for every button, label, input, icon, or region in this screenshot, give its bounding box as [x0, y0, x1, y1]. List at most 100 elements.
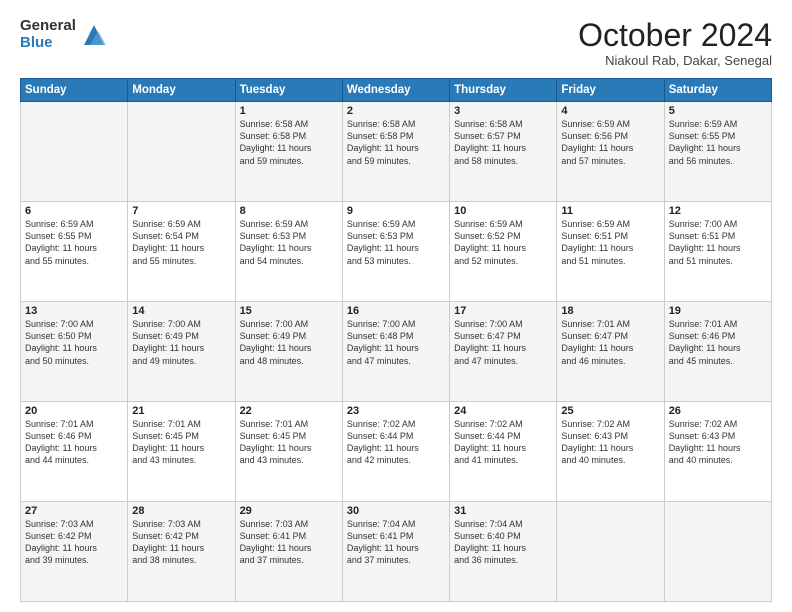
subtitle: Niakoul Rab, Dakar, Senegal	[578, 53, 772, 68]
table-row: 25Sunrise: 7:02 AMSunset: 6:43 PMDayligh…	[557, 402, 664, 502]
table-row: 28Sunrise: 7:03 AMSunset: 6:42 PMDayligh…	[128, 502, 235, 602]
table-row: 12Sunrise: 7:00 AMSunset: 6:51 PMDayligh…	[664, 202, 771, 302]
table-row: 18Sunrise: 7:01 AMSunset: 6:47 PMDayligh…	[557, 302, 664, 402]
day-info: Sunrise: 7:01 AMSunset: 6:45 PMDaylight:…	[132, 418, 230, 467]
table-row: 24Sunrise: 7:02 AMSunset: 6:44 PMDayligh…	[450, 402, 557, 502]
title-block: October 2024 Niakoul Rab, Dakar, Senegal	[578, 18, 772, 68]
day-number: 16	[347, 305, 445, 317]
calendar-week-row: 27Sunrise: 7:03 AMSunset: 6:42 PMDayligh…	[21, 502, 772, 602]
month-title: October 2024	[578, 18, 772, 53]
table-row: 8Sunrise: 6:59 AMSunset: 6:53 PMDaylight…	[235, 202, 342, 302]
day-info: Sunrise: 7:01 AMSunset: 6:47 PMDaylight:…	[561, 318, 659, 367]
calendar-header-row: Sunday Monday Tuesday Wednesday Thursday…	[21, 79, 772, 102]
day-number: 13	[25, 305, 123, 317]
day-number: 23	[347, 405, 445, 417]
day-number: 9	[347, 205, 445, 217]
day-number: 10	[454, 205, 552, 217]
day-number: 27	[25, 505, 123, 517]
day-number: 22	[240, 405, 338, 417]
day-number: 31	[454, 505, 552, 517]
col-wednesday: Wednesday	[342, 79, 449, 102]
table-row: 3Sunrise: 6:58 AMSunset: 6:57 PMDaylight…	[450, 102, 557, 202]
table-row	[557, 502, 664, 602]
day-number: 2	[347, 105, 445, 117]
header: General Blue October 2024 Niakoul Rab, D…	[20, 18, 772, 68]
day-info: Sunrise: 7:01 AMSunset: 6:46 PMDaylight:…	[669, 318, 767, 367]
calendar-week-row: 1Sunrise: 6:58 AMSunset: 6:58 PMDaylight…	[21, 102, 772, 202]
day-number: 4	[561, 105, 659, 117]
day-number: 19	[669, 305, 767, 317]
day-info: Sunrise: 7:04 AMSunset: 6:41 PMDaylight:…	[347, 518, 445, 567]
page: General Blue October 2024 Niakoul Rab, D…	[0, 0, 792, 612]
table-row	[664, 502, 771, 602]
table-row: 4Sunrise: 6:59 AMSunset: 6:56 PMDaylight…	[557, 102, 664, 202]
day-info: Sunrise: 6:59 AMSunset: 6:55 PMDaylight:…	[669, 118, 767, 167]
col-friday: Friday	[557, 79, 664, 102]
day-number: 26	[669, 405, 767, 417]
table-row: 17Sunrise: 7:00 AMSunset: 6:47 PMDayligh…	[450, 302, 557, 402]
day-number: 12	[669, 205, 767, 217]
day-info: Sunrise: 7:00 AMSunset: 6:49 PMDaylight:…	[132, 318, 230, 367]
day-number: 8	[240, 205, 338, 217]
calendar-week-row: 20Sunrise: 7:01 AMSunset: 6:46 PMDayligh…	[21, 402, 772, 502]
day-number: 28	[132, 505, 230, 517]
calendar-week-row: 13Sunrise: 7:00 AMSunset: 6:50 PMDayligh…	[21, 302, 772, 402]
day-info: Sunrise: 7:00 AMSunset: 6:51 PMDaylight:…	[669, 218, 767, 267]
table-row: 19Sunrise: 7:01 AMSunset: 6:46 PMDayligh…	[664, 302, 771, 402]
table-row: 2Sunrise: 6:58 AMSunset: 6:58 PMDaylight…	[342, 102, 449, 202]
day-number: 15	[240, 305, 338, 317]
table-row: 5Sunrise: 6:59 AMSunset: 6:55 PMDaylight…	[664, 102, 771, 202]
calendar-table: Sunday Monday Tuesday Wednesday Thursday…	[20, 78, 772, 602]
table-row: 27Sunrise: 7:03 AMSunset: 6:42 PMDayligh…	[21, 502, 128, 602]
day-info: Sunrise: 7:03 AMSunset: 6:42 PMDaylight:…	[132, 518, 230, 567]
table-row: 22Sunrise: 7:01 AMSunset: 6:45 PMDayligh…	[235, 402, 342, 502]
day-info: Sunrise: 6:59 AMSunset: 6:53 PMDaylight:…	[347, 218, 445, 267]
day-number: 3	[454, 105, 552, 117]
day-info: Sunrise: 6:58 AMSunset: 6:58 PMDaylight:…	[240, 118, 338, 167]
table-row	[128, 102, 235, 202]
day-info: Sunrise: 7:01 AMSunset: 6:46 PMDaylight:…	[25, 418, 123, 467]
col-monday: Monday	[128, 79, 235, 102]
day-info: Sunrise: 6:58 AMSunset: 6:58 PMDaylight:…	[347, 118, 445, 167]
day-info: Sunrise: 7:00 AMSunset: 6:49 PMDaylight:…	[240, 318, 338, 367]
day-number: 30	[347, 505, 445, 517]
day-info: Sunrise: 7:00 AMSunset: 6:48 PMDaylight:…	[347, 318, 445, 367]
day-number: 1	[240, 105, 338, 117]
table-row: 16Sunrise: 7:00 AMSunset: 6:48 PMDayligh…	[342, 302, 449, 402]
day-number: 29	[240, 505, 338, 517]
logo-general: General	[20, 18, 76, 35]
day-number: 21	[132, 405, 230, 417]
table-row: 29Sunrise: 7:03 AMSunset: 6:41 PMDayligh…	[235, 502, 342, 602]
table-row: 14Sunrise: 7:00 AMSunset: 6:49 PMDayligh…	[128, 302, 235, 402]
day-info: Sunrise: 7:04 AMSunset: 6:40 PMDaylight:…	[454, 518, 552, 567]
day-number: 20	[25, 405, 123, 417]
day-number: 17	[454, 305, 552, 317]
col-thursday: Thursday	[450, 79, 557, 102]
logo-text: General Blue	[20, 18, 76, 51]
table-row: 30Sunrise: 7:04 AMSunset: 6:41 PMDayligh…	[342, 502, 449, 602]
table-row: 15Sunrise: 7:00 AMSunset: 6:49 PMDayligh…	[235, 302, 342, 402]
day-info: Sunrise: 6:59 AMSunset: 6:51 PMDaylight:…	[561, 218, 659, 267]
day-info: Sunrise: 7:02 AMSunset: 6:44 PMDaylight:…	[454, 418, 552, 467]
table-row: 10Sunrise: 6:59 AMSunset: 6:52 PMDayligh…	[450, 202, 557, 302]
day-number: 11	[561, 205, 659, 217]
table-row: 21Sunrise: 7:01 AMSunset: 6:45 PMDayligh…	[128, 402, 235, 502]
day-info: Sunrise: 7:00 AMSunset: 6:47 PMDaylight:…	[454, 318, 552, 367]
table-row: 26Sunrise: 7:02 AMSunset: 6:43 PMDayligh…	[664, 402, 771, 502]
table-row: 31Sunrise: 7:04 AMSunset: 6:40 PMDayligh…	[450, 502, 557, 602]
day-number: 25	[561, 405, 659, 417]
day-info: Sunrise: 7:03 AMSunset: 6:42 PMDaylight:…	[25, 518, 123, 567]
logo-blue: Blue	[20, 35, 76, 52]
col-saturday: Saturday	[664, 79, 771, 102]
day-number: 24	[454, 405, 552, 417]
day-info: Sunrise: 7:01 AMSunset: 6:45 PMDaylight:…	[240, 418, 338, 467]
table-row: 1Sunrise: 6:58 AMSunset: 6:58 PMDaylight…	[235, 102, 342, 202]
table-row: 23Sunrise: 7:02 AMSunset: 6:44 PMDayligh…	[342, 402, 449, 502]
table-row: 11Sunrise: 6:59 AMSunset: 6:51 PMDayligh…	[557, 202, 664, 302]
day-number: 7	[132, 205, 230, 217]
table-row: 7Sunrise: 6:59 AMSunset: 6:54 PMDaylight…	[128, 202, 235, 302]
day-info: Sunrise: 6:59 AMSunset: 6:53 PMDaylight:…	[240, 218, 338, 267]
day-info: Sunrise: 7:03 AMSunset: 6:41 PMDaylight:…	[240, 518, 338, 567]
day-info: Sunrise: 6:59 AMSunset: 6:56 PMDaylight:…	[561, 118, 659, 167]
table-row	[21, 102, 128, 202]
